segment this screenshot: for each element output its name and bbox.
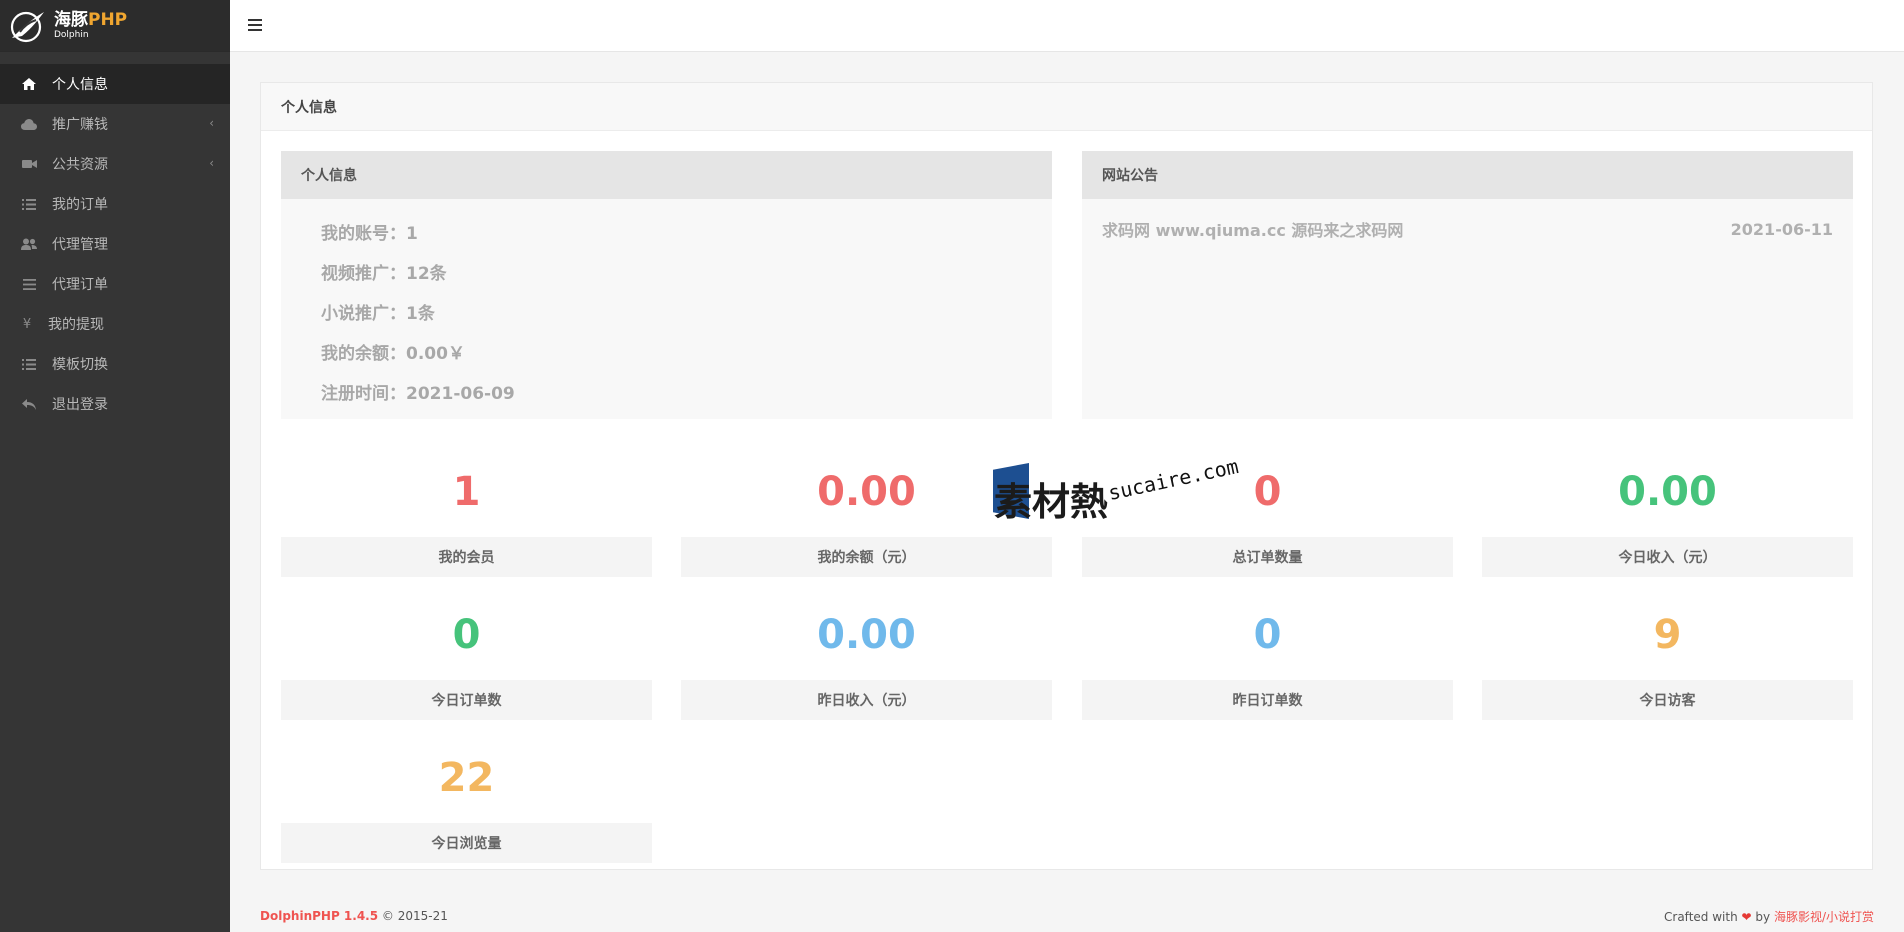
footer-right: Crafted with ❤ by 海豚影视/小说打赏 [1664, 908, 1874, 925]
profile-register-date: 注册时间：2021-06-09 [321, 383, 515, 404]
chevron-left-icon: ‹ [209, 116, 214, 130]
menu-toggle-icon[interactable] [248, 18, 262, 32]
video-camera-icon [20, 157, 38, 171]
sidebar-item-agent-orders[interactable]: 代理订单 [0, 264, 230, 304]
profile-video-promotions: 视频推广：12条 [321, 263, 447, 284]
sidebar-nav: 个人信息 推广赚钱 ‹ 公共资源 ‹ 我的订单 代理管理 代理订单 ¥ 我的提现… [0, 64, 230, 424]
stat-value: 0 [452, 612, 481, 658]
watermark: 素材熱 sucaire.com [993, 454, 1243, 533]
brand-sub: Dolphin [54, 29, 89, 40]
dolphin-logo-icon [8, 8, 48, 44]
stat-today-orders: 0 今日订单数 [281, 578, 652, 720]
sidebar-item-resources[interactable]: 公共资源 ‹ [0, 144, 230, 184]
footer-by: by [1755, 909, 1771, 924]
notice-card: 网站公告 求码网 www.qiuma.cc 源码来之求码网 2021-06-11 [1082, 151, 1853, 419]
stat-value: 0 [1253, 612, 1282, 658]
cloud-icon [20, 117, 38, 131]
watermark-cn: 素材熱 [994, 480, 1109, 524]
stat-yesterday-income: 0.00 昨日收入（元） [681, 578, 1052, 720]
notice-card-title: 网站公告 [1082, 151, 1853, 199]
stat-label: 我的会员 [281, 537, 652, 577]
brand-name-php: PHP [88, 9, 128, 30]
stat-label: 昨日收入（元） [681, 680, 1052, 720]
stat-today-visitors: 9 今日访客 [1482, 578, 1853, 720]
footer: DolphinPHP 1.4.5 © 2015-21 Crafted with … [230, 900, 1904, 932]
profile-card: 个人信息 我的账号：1 视频推广：12条 小说推广：1条 我的余额：0.00￥ … [281, 151, 1052, 419]
notice-date: 2021-06-11 [1730, 219, 1833, 239]
sidebar-item-withdraw[interactable]: ¥ 我的提现 [0, 304, 230, 344]
stat-label: 昨日订单数 [1082, 680, 1453, 720]
footer-copyright: © 2015-21 [381, 909, 448, 923]
stat-members: 1 我的会员 [281, 435, 652, 577]
sidebar-item-label: 代理管理 [52, 237, 108, 253]
stat-value: 9 [1653, 612, 1682, 658]
footer-crafted: Crafted with [1664, 909, 1738, 924]
sidebar-item-label: 个人信息 [52, 77, 108, 93]
chevron-left-icon: ‹ [209, 156, 214, 170]
panel-title: 个人信息 [261, 83, 1872, 131]
stat-label: 我的余额（元） [681, 537, 1052, 577]
profile-card-title: 个人信息 [281, 151, 1052, 199]
sidebar-item-label: 代理订单 [52, 277, 108, 293]
brand-name: 海豚 [54, 9, 88, 30]
notice-item[interactable]: 求码网 www.qiuma.cc 源码来之求码网 2021-06-11 [1082, 199, 1853, 259]
sidebar-item-label: 模板切换 [52, 357, 108, 373]
sidebar-item-promote[interactable]: 推广赚钱 ‹ [0, 104, 230, 144]
brand-logo[interactable]: 海豚PHP Dolphin [0, 0, 230, 52]
stat-value: 22 [438, 755, 495, 801]
list-icon [20, 197, 38, 211]
stat-label: 今日浏览量 [281, 823, 652, 863]
reply-icon [20, 397, 38, 411]
profile-balance: 我的余额：0.00￥ [321, 343, 465, 364]
sidebar-item-label: 退出登录 [52, 397, 108, 413]
stat-label: 今日订单数 [281, 680, 652, 720]
stat-yesterday-orders: 0 昨日订单数 [1082, 578, 1453, 720]
stat-label: 今日收入（元） [1482, 537, 1853, 577]
sidebar-item-label: 推广赚钱 [52, 117, 108, 133]
sidebar-item-label: 我的提现 [48, 317, 104, 333]
bars-icon [20, 277, 38, 291]
stat-value: 0.00 [1618, 469, 1717, 515]
sidebar: 海豚PHP Dolphin 个人信息 推广赚钱 ‹ 公共资源 ‹ 我的订单 代理… [0, 0, 230, 932]
sidebar-item-label: 我的订单 [52, 197, 108, 213]
sidebar-item-orders[interactable]: 我的订单 [0, 184, 230, 224]
stat-value: 0.00 [817, 612, 916, 658]
top-header [230, 0, 1904, 52]
stat-value: 1 [452, 469, 481, 515]
profile-novel-promotions: 小说推广：1条 [321, 303, 435, 324]
footer-author-link[interactable]: 海豚影视/小说打赏 [1774, 910, 1874, 924]
profile-account: 我的账号：1 [321, 223, 418, 244]
footer-product-link[interactable]: DolphinPHP 1.4.5 [260, 909, 378, 923]
stat-label: 今日访客 [1482, 680, 1853, 720]
list-icon [20, 357, 38, 371]
heart-icon: ❤ [1741, 909, 1752, 924]
yen-icon: ¥ [22, 316, 32, 332]
stat-label: 总订单数量 [1082, 537, 1453, 577]
users-icon [20, 237, 38, 251]
sidebar-item-logout[interactable]: 退出登录 [0, 384, 230, 424]
notice-text: 求码网 www.qiuma.cc 源码来之求码网 [1102, 221, 1404, 240]
stat-today-income: 0.00 今日收入（元） [1482, 435, 1853, 577]
sidebar-item-templates[interactable]: 模板切换 [0, 344, 230, 384]
home-icon [20, 77, 38, 91]
stat-today-pageviews: 22 今日浏览量 [281, 721, 652, 863]
sidebar-item-label: 公共资源 [52, 157, 108, 173]
sidebar-item-profile[interactable]: 个人信息 [0, 64, 230, 104]
sidebar-item-agents[interactable]: 代理管理 [0, 224, 230, 264]
footer-left: DolphinPHP 1.4.5 © 2015-21 [260, 909, 448, 923]
